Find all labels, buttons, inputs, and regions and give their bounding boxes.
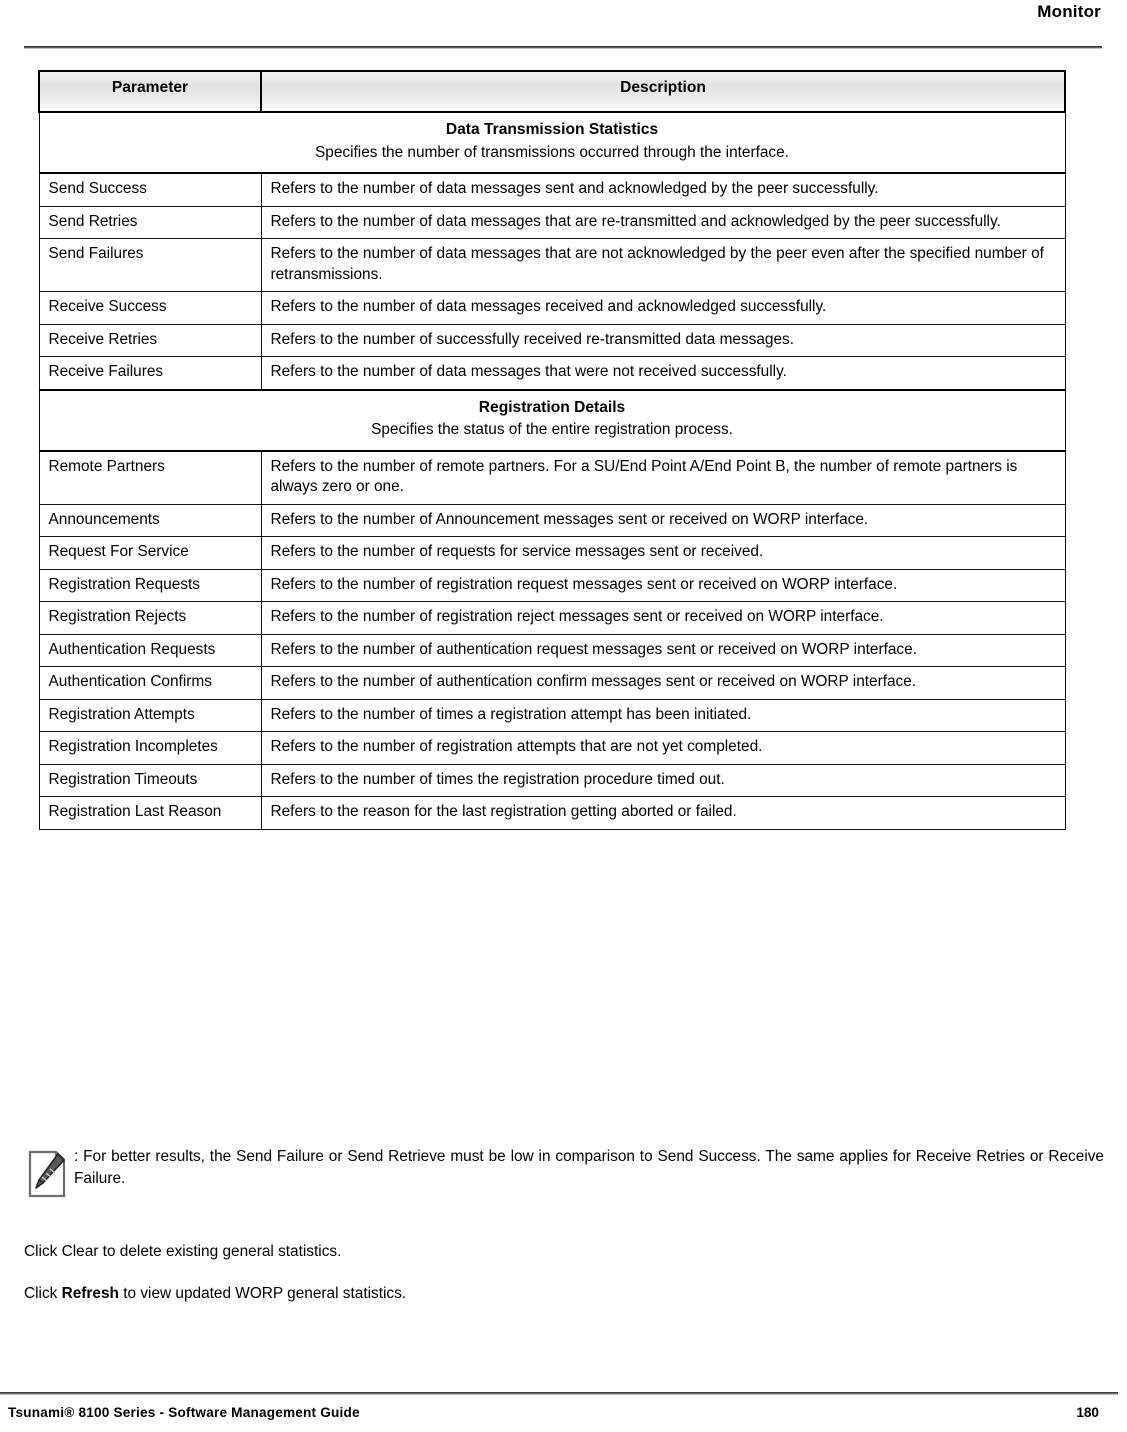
column-header-parameter: Parameter: [38, 70, 262, 113]
table-row: Send Success Refers to the number of data…: [38, 172, 1066, 207]
parameter-cell: Registration Incompletes: [38, 731, 262, 765]
footer-page-number: 180: [1076, 1405, 1099, 1420]
table-row: Remote Partners Refers to the number of r…: [38, 450, 1066, 505]
click-clear-text: Click Clear to delete existing general s…: [24, 1243, 342, 1260]
parameter-cell: Registration Attempts: [38, 698, 262, 733]
table-section-row: Registration Details Specifies the status…: [38, 388, 1066, 452]
description-cell: Refers to the number of registration att…: [260, 731, 1066, 765]
refresh-button-label: Refresh: [61, 1285, 119, 1302]
description-cell: Refers to the number of registration rej…: [260, 601, 1066, 635]
description-cell: Refers to the number of data messages th…: [260, 205, 1066, 240]
parameter-cell: Registration Last Reason: [38, 796, 262, 830]
note-pencil-icon: [26, 1148, 70, 1200]
table-row: Receive Failures Refers to the number of …: [38, 356, 1066, 391]
table-row: Registration Incompletes Refers to the nu…: [38, 731, 1066, 765]
parameter-cell: Remote Partners: [38, 450, 262, 505]
parameter-cell: Send Retries: [38, 205, 262, 240]
parameter-description-table: Parameter Description Data Transmission …: [38, 70, 1066, 830]
page-header: Monitor: [0, 0, 1127, 56]
parameter-cell: Receive Failures: [38, 356, 262, 391]
table-section-cell: Data Transmission Statistics Specifies th…: [38, 110, 1066, 175]
section-title: Registration Details: [478, 398, 626, 416]
parameter-cell: Registration Requests: [38, 568, 262, 603]
table-row: Registration Requests Refers to the numbe…: [38, 568, 1066, 603]
click-refresh-prefix: Click: [24, 1285, 62, 1302]
paragraph-click-clear: Click Clear to delete existing general s…: [24, 1241, 341, 1263]
parameter-cell: Send Failures: [38, 238, 262, 293]
description-cell: Refers to the number of times the regist…: [260, 763, 1066, 798]
description-cell: Refers to the number of Announcement mes…: [260, 503, 1066, 538]
table-row: Registration Last Reason Refers to the re…: [38, 796, 1066, 830]
description-cell: Refers to the number of data messages re…: [260, 291, 1066, 325]
parameter-cell: Request For Service: [38, 536, 262, 570]
table-row: Receive Retries Refers to the number of s…: [38, 323, 1066, 358]
description-cell: Refers to the number of successfully rec…: [260, 323, 1066, 358]
description-cell: Refers to the number of times a registra…: [260, 698, 1066, 733]
parameter-cell: Send Success: [38, 172, 262, 207]
table-section-cell: Registration Details Specifies the status…: [38, 388, 1066, 452]
paragraph-click-refresh: Click Refresh to view updated WORP gener…: [24, 1283, 406, 1305]
table-row: Authentication Requests Refers to the num…: [38, 633, 1066, 668]
section-subtitle: Specifies the status of the entire regis…: [371, 421, 733, 439]
table-row: Authentication Confirms Refers to the num…: [38, 666, 1066, 700]
parameter-cell: Registration Timeouts: [38, 763, 262, 798]
table-row: Registration Timeouts Refers to the numbe…: [38, 763, 1066, 798]
click-refresh-suffix: to view updated WORP general statistics.: [118, 1285, 407, 1302]
table-row: Announcements Refers to the number of Ann…: [38, 503, 1066, 538]
description-cell: Refers to the number of remote partners.…: [260, 450, 1066, 505]
description-cell: Refers to the number of data messages se…: [260, 172, 1066, 207]
footer-document-title: Tsunami® 8100 Series - Software Manageme…: [8, 1405, 360, 1420]
section-subtitle: Specifies the number of transmissions oc…: [315, 143, 789, 161]
description-cell: Refers to the number of requests for ser…: [260, 536, 1066, 570]
section-title: Data Transmission Statistics: [445, 121, 659, 138]
page-title: Monitor: [1037, 2, 1101, 21]
description-cell: Refers to the reason for the last regist…: [260, 796, 1066, 830]
table-row: Receive Success Refers to the number of d…: [38, 291, 1066, 325]
note-text: : For better results, the Send Failure o…: [74, 1148, 1104, 1187]
parameter-cell: Receive Retries: [38, 323, 262, 358]
table-row: Send Failures Refers to the number of dat…: [38, 238, 1066, 293]
description-cell: Refers to the number of registration req…: [260, 568, 1066, 603]
parameter-cell: Receive Success: [38, 291, 262, 325]
table-row: Request For Service Refers to the number …: [38, 536, 1066, 570]
table-row: Send Retries Refers to the number of data…: [38, 205, 1066, 240]
table-row: Registration Rejects Refers to the number…: [38, 601, 1066, 635]
parameter-cell: Registration Rejects: [38, 601, 262, 635]
parameter-cell: Announcements: [38, 503, 262, 538]
parameter-cell: Authentication Requests: [38, 633, 262, 668]
description-cell: Refers to the number of data messages th…: [260, 238, 1066, 293]
parameter-cell: Authentication Confirms: [38, 666, 262, 700]
table-section-row: Data Transmission Statistics Specifies th…: [38, 110, 1066, 175]
description-cell: Refers to the number of authentication r…: [260, 633, 1066, 668]
description-cell: Refers to the number of authentication c…: [260, 666, 1066, 700]
description-cell: Refers to the number of data messages th…: [260, 356, 1066, 391]
note-block: : For better results, the Send Failure o…: [24, 1146, 1104, 1198]
footer-divider: [0, 1392, 1118, 1395]
table-header-row: Parameter Description: [38, 70, 1066, 113]
header-divider: [24, 46, 1102, 49]
table-row: Registration Attempts Refers to the numbe…: [38, 698, 1066, 733]
column-header-description: Description: [260, 70, 1066, 113]
